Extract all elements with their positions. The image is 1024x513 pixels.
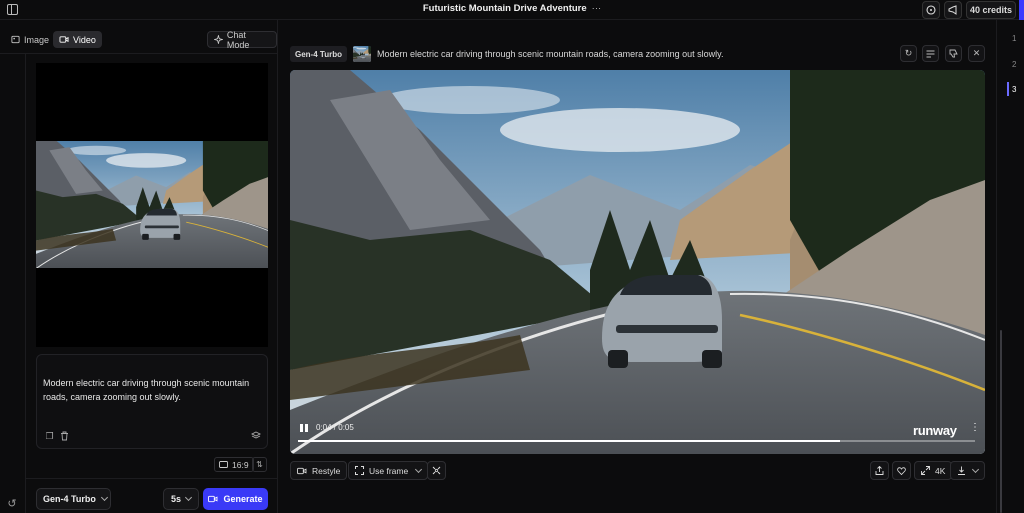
tab-video-label: Video bbox=[73, 34, 96, 45]
timecode: 0:04 / 0:05 bbox=[316, 423, 354, 432]
top-bar: Futuristic Mountain Drive Adventure ··· 4… bbox=[0, 0, 1024, 20]
active-page-marker bbox=[1007, 82, 1009, 96]
close-button[interactable]: ✕ bbox=[968, 45, 985, 62]
model-select-label: Gen-4 Turbo bbox=[43, 494, 96, 504]
layers-icon[interactable] bbox=[250, 431, 261, 442]
chat-bubble-button[interactable] bbox=[922, 1, 940, 19]
trash-icon[interactable] bbox=[59, 431, 70, 442]
video-controls: 0:04 / 0:05 runway ⋮ bbox=[290, 418, 985, 454]
chat-bubble-icon bbox=[926, 5, 936, 15]
video-icon bbox=[59, 36, 69, 43]
restyle-label: Restyle bbox=[312, 465, 341, 476]
preview-scene-image bbox=[36, 141, 268, 268]
duration-select[interactable]: 5s bbox=[163, 488, 199, 510]
expand-icon bbox=[921, 466, 930, 475]
page-2[interactable]: 2 bbox=[1012, 60, 1016, 69]
copy-icon[interactable]: ❐ bbox=[44, 431, 55, 442]
page-1[interactable]: 1 bbox=[1012, 34, 1016, 43]
video-progress-bar[interactable] bbox=[298, 440, 975, 442]
grid-icon bbox=[432, 466, 441, 475]
generation-header: Gen-4 Turbo Modern electric car driving … bbox=[290, 44, 723, 64]
chevron-down-icon bbox=[100, 493, 108, 502]
credits-button[interactable]: 40 credits bbox=[966, 1, 1016, 19]
resolution-label: 4K bbox=[935, 465, 946, 476]
runway-watermark: runway bbox=[913, 423, 957, 438]
history-icon[interactable]: ↺ bbox=[6, 498, 18, 510]
image-icon bbox=[11, 35, 20, 44]
pause-icon[interactable] bbox=[300, 424, 308, 432]
divider bbox=[26, 478, 278, 479]
aspect-ratio-icon bbox=[219, 461, 228, 468]
swap-button[interactable]: ⇅ bbox=[252, 457, 267, 472]
video-progress-fill bbox=[298, 440, 840, 442]
left-panel: Image Video Chat Mode Modern electric ca… bbox=[0, 20, 278, 513]
dislike-button[interactable] bbox=[945, 45, 962, 62]
refresh-icon: ↻ bbox=[904, 48, 913, 58]
preview-thumbnail bbox=[36, 141, 268, 268]
share-icon bbox=[875, 466, 884, 475]
divider bbox=[0, 53, 278, 54]
model-select[interactable]: Gen-4 Turbo bbox=[36, 488, 111, 510]
scrollbar-thumb[interactable] bbox=[1000, 330, 1002, 513]
resolution-4k-button[interactable]: 4K bbox=[914, 461, 953, 480]
announcements-button[interactable] bbox=[944, 1, 962, 19]
generate-label: Generate bbox=[223, 494, 263, 504]
generate-button[interactable]: Generate bbox=[203, 488, 268, 510]
chevron-down-icon bbox=[184, 493, 193, 502]
video-player[interactable]: 0:04 / 0:05 runway ⋮ bbox=[290, 70, 985, 454]
thumbs-down-icon bbox=[949, 49, 958, 58]
heart-icon bbox=[897, 466, 906, 475]
generation-prompt: Modern electric car driving through scen… bbox=[376, 49, 724, 59]
download-button[interactable] bbox=[950, 461, 985, 480]
frame-icon bbox=[355, 466, 364, 475]
prompt-input[interactable]: Modern electric car driving through scen… bbox=[36, 354, 268, 449]
aspect-ratio-label: 16:9 bbox=[232, 459, 249, 470]
share-button[interactable] bbox=[870, 461, 889, 480]
video-preview[interactable] bbox=[36, 63, 268, 347]
more-options-icon[interactable]: ··· bbox=[592, 3, 602, 14]
chevron-down-icon bbox=[415, 465, 423, 473]
reference-scene-image bbox=[353, 46, 371, 62]
reference-thumbnail[interactable] bbox=[353, 46, 371, 62]
tab-image-label: Image bbox=[24, 34, 50, 45]
restyle-button[interactable]: Restyle bbox=[290, 461, 348, 480]
video-icon bbox=[208, 495, 218, 503]
download-icon bbox=[958, 466, 965, 475]
megaphone-icon bbox=[948, 5, 957, 15]
use-frame-button[interactable]: Use frame bbox=[348, 461, 429, 480]
chat-mode-button[interactable]: Chat Mode bbox=[207, 29, 277, 50]
left-rail bbox=[0, 54, 26, 513]
duration-label: 5s bbox=[171, 494, 182, 504]
use-frame-label: Use frame bbox=[369, 465, 409, 476]
project-title-text: Futuristic Mountain Drive Adventure bbox=[422, 3, 587, 14]
chevron-down-icon bbox=[971, 465, 980, 473]
page-3[interactable]: 3 bbox=[1012, 85, 1016, 94]
details-button[interactable] bbox=[922, 45, 939, 62]
more-vertical-icon[interactable]: ⋮ bbox=[970, 422, 980, 433]
upgrade-button[interactable] bbox=[1019, 0, 1024, 20]
regenerate-button[interactable]: ↻ bbox=[900, 45, 917, 62]
tab-video[interactable]: Video bbox=[53, 31, 102, 48]
text-lines-icon bbox=[926, 50, 935, 57]
video-scene-image bbox=[290, 70, 985, 454]
close-icon: ✕ bbox=[972, 48, 981, 58]
tab-image[interactable]: Image bbox=[5, 31, 55, 48]
project-title[interactable]: Futuristic Mountain Drive Adventure ··· bbox=[0, 3, 1024, 14]
upscale-grid-button[interactable] bbox=[427, 461, 446, 480]
model-badge: Gen-4 Turbo bbox=[290, 46, 347, 62]
video-icon bbox=[297, 467, 307, 474]
aspect-ratio-button[interactable]: 16:9 bbox=[214, 457, 254, 472]
swap-icon: ⇅ bbox=[256, 460, 263, 469]
chat-mode-label: Chat Mode bbox=[226, 29, 250, 50]
sparkle-icon bbox=[214, 35, 223, 44]
prompt-text[interactable]: Modern electric car driving through scen… bbox=[43, 376, 258, 404]
favorite-button[interactable] bbox=[892, 461, 911, 480]
